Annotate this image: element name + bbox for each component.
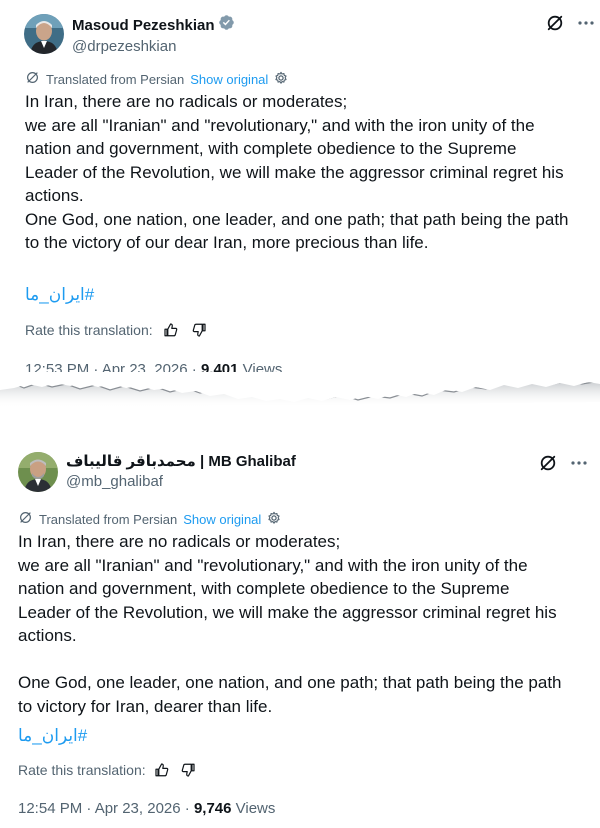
tweet-text-line: Leader of the Revolution, we will make t…	[25, 162, 564, 182]
tweet-text-line: we are all "Iranian" and "revolutionary,…	[25, 115, 535, 135]
tweet-text-line: we are all "Iranian" and "revolutionary,…	[18, 555, 528, 575]
show-original-link[interactable]: Show original	[183, 512, 261, 527]
tweet-text-line: One God, one leader, one nation, and one…	[18, 673, 562, 692]
timestamp[interactable]: 12:54 PM · Apr 23, 2026 ·	[18, 800, 194, 817]
tweet-top-actions	[539, 454, 587, 472]
tweet-top-actions	[546, 14, 594, 32]
tweet-text-line: One God, one nation, one leader, and one…	[25, 209, 569, 229]
rate-translation-label: Rate this translation:	[25, 322, 153, 338]
translate-icon	[25, 70, 40, 88]
tweet-text-line: In Iran, there are no radicals or modera…	[18, 532, 341, 551]
verified-badge-icon	[218, 14, 235, 37]
display-name-row[interactable]: Masoud Pezeshkian	[72, 14, 235, 37]
tweet-text-line	[18, 648, 593, 672]
display-name-row[interactable]: محمدباقر قالیباف | MB Ghalibaf	[66, 452, 296, 472]
tweet-text: In Iran, there are no radicals or modera…	[18, 530, 593, 718]
translation-notice: Translated from Persian Show original	[25, 70, 288, 88]
display-name[interactable]: محمدباقر قالیباف | MB Ghalibaf	[66, 452, 296, 472]
rate-translation-label: Rate this translation:	[18, 762, 146, 778]
more-options-icon[interactable]	[571, 461, 587, 465]
tweet-text-line: to the victory of our dear Iran, more pr…	[25, 233, 429, 252]
settings-gear-icon[interactable]	[267, 511, 281, 528]
display-name[interactable]: Masoud Pezeshkian	[72, 16, 215, 36]
tweet-text-line: nation and government, with complete obe…	[18, 579, 510, 598]
avatar[interactable]	[24, 14, 64, 54]
more-options-icon[interactable]	[578, 21, 594, 25]
handle[interactable]: @mb_ghalibaf	[66, 472, 296, 492]
tweet-text-line: actions.	[18, 626, 77, 645]
rate-translation: Rate this translation:	[25, 322, 207, 338]
hashtag-link[interactable]: #ایران_ما	[18, 726, 87, 746]
rate-translation: Rate this translation:	[18, 762, 196, 778]
translated-from-label: Translated from Persian	[39, 511, 178, 527]
translation-notice: Translated from Persian Show original	[18, 510, 281, 528]
handle[interactable]: @drpezeshkian	[72, 37, 235, 57]
tweet-header: محمدباقر قالیباف | MB Ghalibaf @mb_ghali…	[18, 452, 296, 492]
grok-icon[interactable]	[539, 454, 557, 472]
views-count: 9,746	[193, 800, 232, 817]
tweet-text-line: In Iran, there are no radicals or modera…	[25, 92, 348, 111]
views-label: Views	[231, 800, 276, 817]
grok-icon[interactable]	[546, 14, 564, 32]
thumbs-down-icon[interactable]	[180, 762, 196, 778]
tweet-text-line: nation and government, with complete obe…	[25, 139, 517, 158]
settings-gear-icon[interactable]	[274, 71, 288, 88]
tweet-header: Masoud Pezeshkian @drpezeshkian	[24, 14, 235, 57]
thumbs-up-icon[interactable]	[163, 322, 179, 338]
tweet-text-line: to victory for Iran, dearer than life.	[18, 696, 273, 716]
torn-edge-divider	[0, 370, 600, 440]
translate-icon	[18, 510, 33, 528]
tweet-text-line: actions.	[25, 186, 84, 205]
thumbs-up-icon[interactable]	[154, 762, 170, 778]
tweet-text: In Iran, there are no radicals or modera…	[25, 90, 600, 255]
hashtag-link[interactable]: #ایران_ما	[25, 285, 94, 305]
tweet-meta: 12:54 PM · Apr 23, 2026 · 9,746 Views	[18, 800, 275, 817]
translated-from-label: Translated from Persian	[46, 71, 185, 87]
show-original-link[interactable]: Show original	[190, 72, 268, 87]
avatar[interactable]	[18, 452, 58, 492]
thumbs-down-icon[interactable]	[191, 322, 207, 338]
tweet-text-line: Leader of the Revolution, we will make t…	[18, 602, 557, 622]
